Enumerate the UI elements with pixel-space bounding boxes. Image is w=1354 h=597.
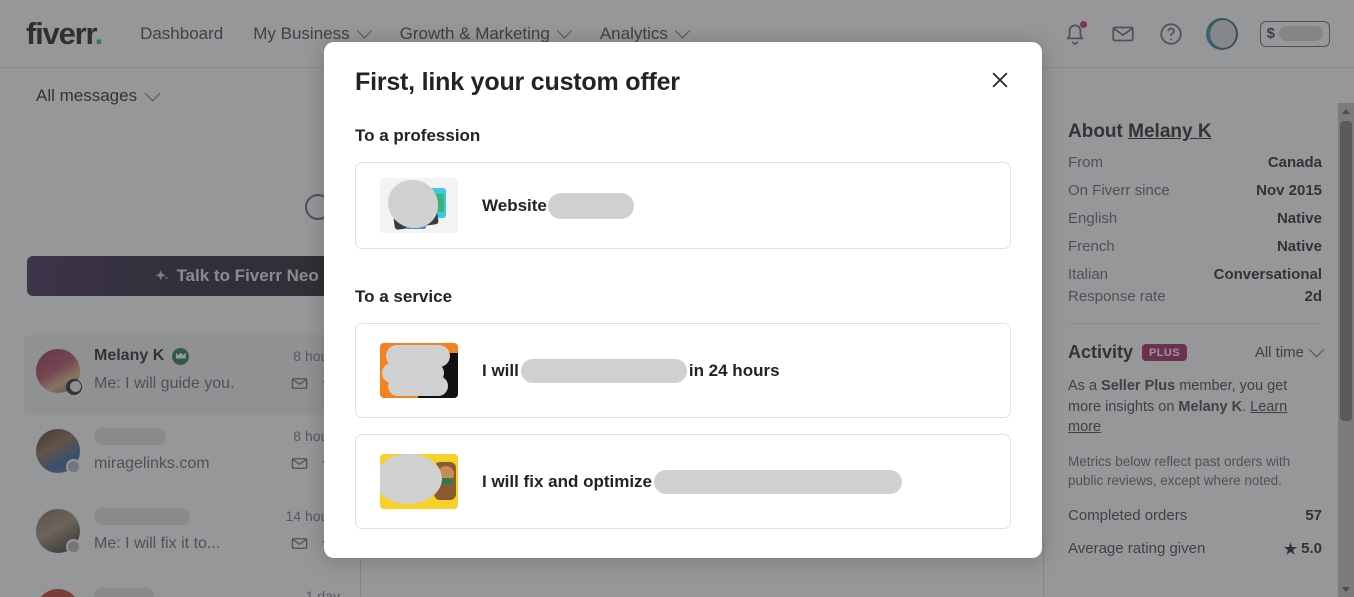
service-yellow-thumbnail bbox=[380, 454, 458, 509]
section-title-service: To a service bbox=[355, 287, 453, 306]
redacted-text bbox=[520, 358, 687, 383]
service-orange-thumbnail bbox=[380, 343, 458, 398]
profession-text-prefix: Website bbox=[482, 195, 547, 215]
modal-header: First, link your custom offer bbox=[324, 42, 1042, 97]
service-text-suffix: in 24 hours bbox=[688, 360, 780, 380]
app-root: fiverr. Dashboard My Business Growth & M… bbox=[0, 0, 1354, 597]
redacted-text bbox=[547, 192, 634, 219]
redacted-text bbox=[654, 469, 903, 494]
service-text-prefix: I will fix and optimize bbox=[482, 471, 653, 491]
service-card-1-text: I will in 24 hours bbox=[482, 358, 780, 383]
website-design-thumbnail bbox=[380, 178, 458, 233]
link-custom-offer-modal: First, link your custom offer To a profe… bbox=[324, 42, 1042, 558]
service-text-prefix: I will bbox=[482, 360, 519, 380]
profession-option-card[interactable]: Website bbox=[355, 162, 1011, 249]
close-icon[interactable] bbox=[984, 64, 1016, 96]
service-card-2-text: I will fix and optimize bbox=[482, 469, 903, 494]
service-option-card-2[interactable]: I will fix and optimize bbox=[355, 434, 1011, 529]
modal-body: To a profession Website To a service I w… bbox=[324, 126, 1042, 529]
service-option-card-1[interactable]: I will in 24 hours bbox=[355, 323, 1011, 418]
profession-card-text: Website bbox=[482, 192, 634, 219]
section-title-profession: To a profession bbox=[355, 126, 481, 145]
modal-title: First, link your custom offer bbox=[355, 68, 680, 96]
